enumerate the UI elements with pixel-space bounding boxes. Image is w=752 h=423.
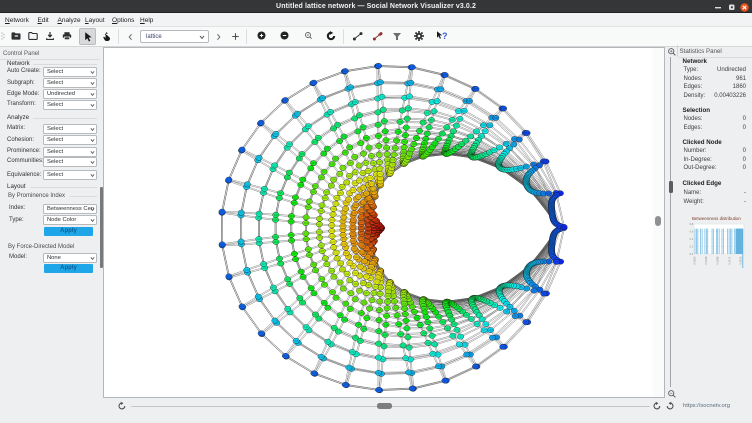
svg-text:0.6: 0.6 [690, 230, 694, 234]
svg-text:0.8: 0.8 [690, 222, 694, 226]
svg-text:0.2: 0.2 [690, 245, 694, 249]
svg-text:0.4: 0.4 [690, 237, 694, 241]
svg-text:?: ? [442, 31, 448, 41]
svg-text:0.0096: 0.0096 [716, 256, 720, 264]
svg-text:0.0000: 0.0000 [693, 256, 697, 264]
svg-text:0.0: 0.0 [690, 252, 694, 256]
svg-text:0.0192: 0.0192 [739, 256, 743, 264]
svg-text:0.0171: 0.0171 [728, 256, 732, 264]
svg-text:0.0048: 0.0048 [704, 256, 708, 264]
